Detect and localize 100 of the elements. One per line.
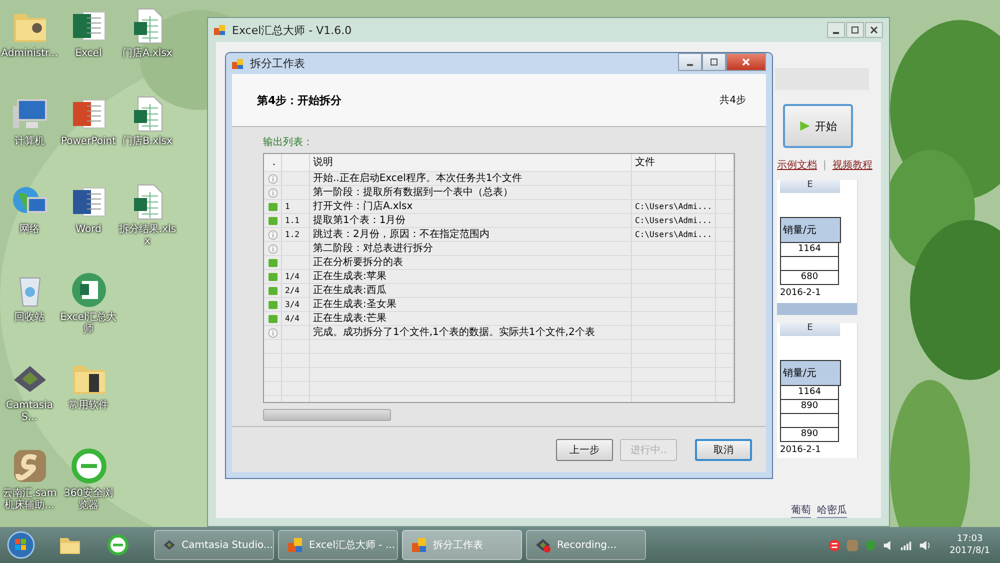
desktop-icon-label: 网络 [18, 224, 40, 236]
desktop-icon-label: 计算机 [14, 136, 46, 148]
desktop-icon-label: 云南汇.sam机床辅助... [1, 488, 58, 512]
description-cell: 完成。成功拆分了1个文件,1个表的数据。实际共1个文件,2个表 [313, 326, 595, 339]
status-square-icon [268, 258, 278, 268]
close-button[interactable] [865, 22, 883, 38]
info-icon [268, 244, 278, 254]
description-cell: 提取第1个表：1月份 [313, 214, 406, 227]
table-cell: 1164 [780, 386, 839, 400]
table-cell-text: 2016-2-1 [779, 287, 822, 300]
desktop-icon-label: Administr... [0, 48, 58, 60]
column-header: 文件 [632, 154, 716, 171]
description-cell: 打开文件：门店A.xlsx [313, 200, 413, 213]
minimize-button[interactable] [827, 22, 845, 38]
description-cell: 正在生成表:芒果 [313, 312, 386, 325]
desktop-icon-label: Excel汇总大师 [60, 312, 118, 336]
desktop-icon-label: CamtasiaS... [4, 400, 54, 424]
minimize-icon [833, 32, 839, 34]
status-square-icon [268, 314, 278, 324]
table-header-cell: 销量/元 [780, 360, 841, 386]
desktop-icon-label: Excel [74, 48, 103, 60]
status-square-icon [268, 286, 278, 296]
step-title: 第4步：开始拆分 [257, 92, 342, 108]
dialog-title: 拆分工作表 [250, 56, 305, 71]
file-cell-text: C:\Users\Admi... [635, 215, 712, 227]
table-cell: 890 [780, 428, 839, 442]
table-cell-text: 2016-2-1 [779, 444, 822, 457]
browser-icon[interactable] [106, 533, 130, 557]
table-cell: 890 [780, 400, 839, 414]
step-number: 1 [285, 201, 290, 213]
step-number: 3/4 [285, 299, 300, 311]
status-square-icon [268, 202, 278, 212]
column-header: 说明 [310, 154, 632, 171]
step-number: 4/4 [285, 313, 300, 325]
link[interactable]: 视频教程 [832, 158, 872, 172]
close-icon [869, 25, 879, 35]
column-header: E [780, 323, 840, 336]
maximize-icon [709, 57, 719, 67]
desktop-icon-label: 门店A.xlsx [122, 48, 174, 60]
step-number: 1/4 [285, 271, 300, 283]
maximize-button[interactable] [846, 22, 864, 38]
app-icon [411, 537, 427, 553]
description-cell: 开始..正在启动Excel程序。本次任务共1个文件 [313, 172, 522, 185]
desktop-icon-label: 门店B.xlsx [122, 136, 174, 148]
status-square-icon [268, 216, 278, 226]
info-icon [268, 328, 278, 338]
desktop-icon-label: 回收站 [14, 312, 46, 324]
step-count: 共4步 [720, 94, 746, 107]
link-separator: | [823, 160, 826, 170]
close-icon [741, 57, 751, 67]
sheet-tab[interactable]: 葡萄 [791, 503, 811, 518]
start-button[interactable] [6, 530, 36, 560]
input-method-icon[interactable] [828, 538, 841, 552]
desktop-icon-label: Word [74, 224, 102, 236]
description-cell: 跳过表：2月份，原因：不在指定范围内 [313, 228, 490, 241]
description-cell: 正在生成表:西瓜 [313, 284, 386, 297]
step-number: 1.2 [285, 229, 300, 241]
window-title: Excel汇总大师 - V1.6.0 [232, 22, 352, 38]
dialog-button[interactable]: 上一步 [556, 438, 613, 460]
speaker-icon[interactable] [918, 538, 931, 552]
step-number: 1.1 [285, 215, 300, 227]
close-button[interactable] [726, 53, 766, 71]
description-cell: 正在生成表:苹果 [313, 270, 386, 283]
app-icon [232, 58, 244, 70]
sheet-tab[interactable]: 哈密瓜 [817, 503, 847, 518]
app-icon [214, 24, 226, 36]
description-cell: 正在分析要拆分的表 [313, 256, 403, 269]
table-header-cell: 销量/元 [780, 217, 841, 243]
minimize-icon [687, 64, 693, 66]
camtasia-icon [535, 537, 551, 553]
maximize-icon [850, 25, 860, 35]
description-cell: 正在生成表:圣女果 [313, 298, 396, 311]
info-icon [268, 188, 278, 198]
file-cell-text: C:\Users\Admi... [635, 201, 712, 213]
info-icon [268, 230, 278, 240]
status-square-icon [268, 300, 278, 310]
list-label: 输出列表： [263, 136, 314, 150]
empty-cell [780, 414, 839, 428]
app-icon [287, 537, 303, 553]
table-cell: 680 [780, 271, 839, 285]
description-cell: 第二阶段：对总表进行拆分 [313, 242, 433, 255]
empty-cell [780, 257, 839, 271]
column-header: E [780, 180, 840, 193]
column-header: . [264, 154, 282, 171]
desktop-icon-label: PowerPoint [60, 136, 118, 148]
maximize-button[interactable] [702, 53, 726, 71]
table-cell: 1164 [780, 243, 839, 257]
play-icon [799, 120, 811, 132]
link[interactable]: 示例文档 [777, 158, 817, 172]
info-icon [268, 174, 278, 184]
status-square-icon [268, 272, 278, 282]
file-cell-text: C:\Users\Admi... [635, 229, 712, 241]
clock[interactable]: 17:03 2017/8/1 [950, 533, 990, 557]
desktop-icon-label: 拆分结果.xlsx [118, 224, 176, 248]
dialog-button[interactable]: 取消 [695, 438, 752, 460]
minimize-button[interactable] [678, 53, 702, 71]
desktop-icon-label: 常用软件 [68, 400, 110, 412]
start-button[interactable]: 开始 [783, 104, 853, 148]
desktop-icon-label: 360安全浏览器 [62, 488, 114, 512]
description-cell: 第一阶段：提取所有数据到一个表中（总表） [313, 186, 513, 199]
